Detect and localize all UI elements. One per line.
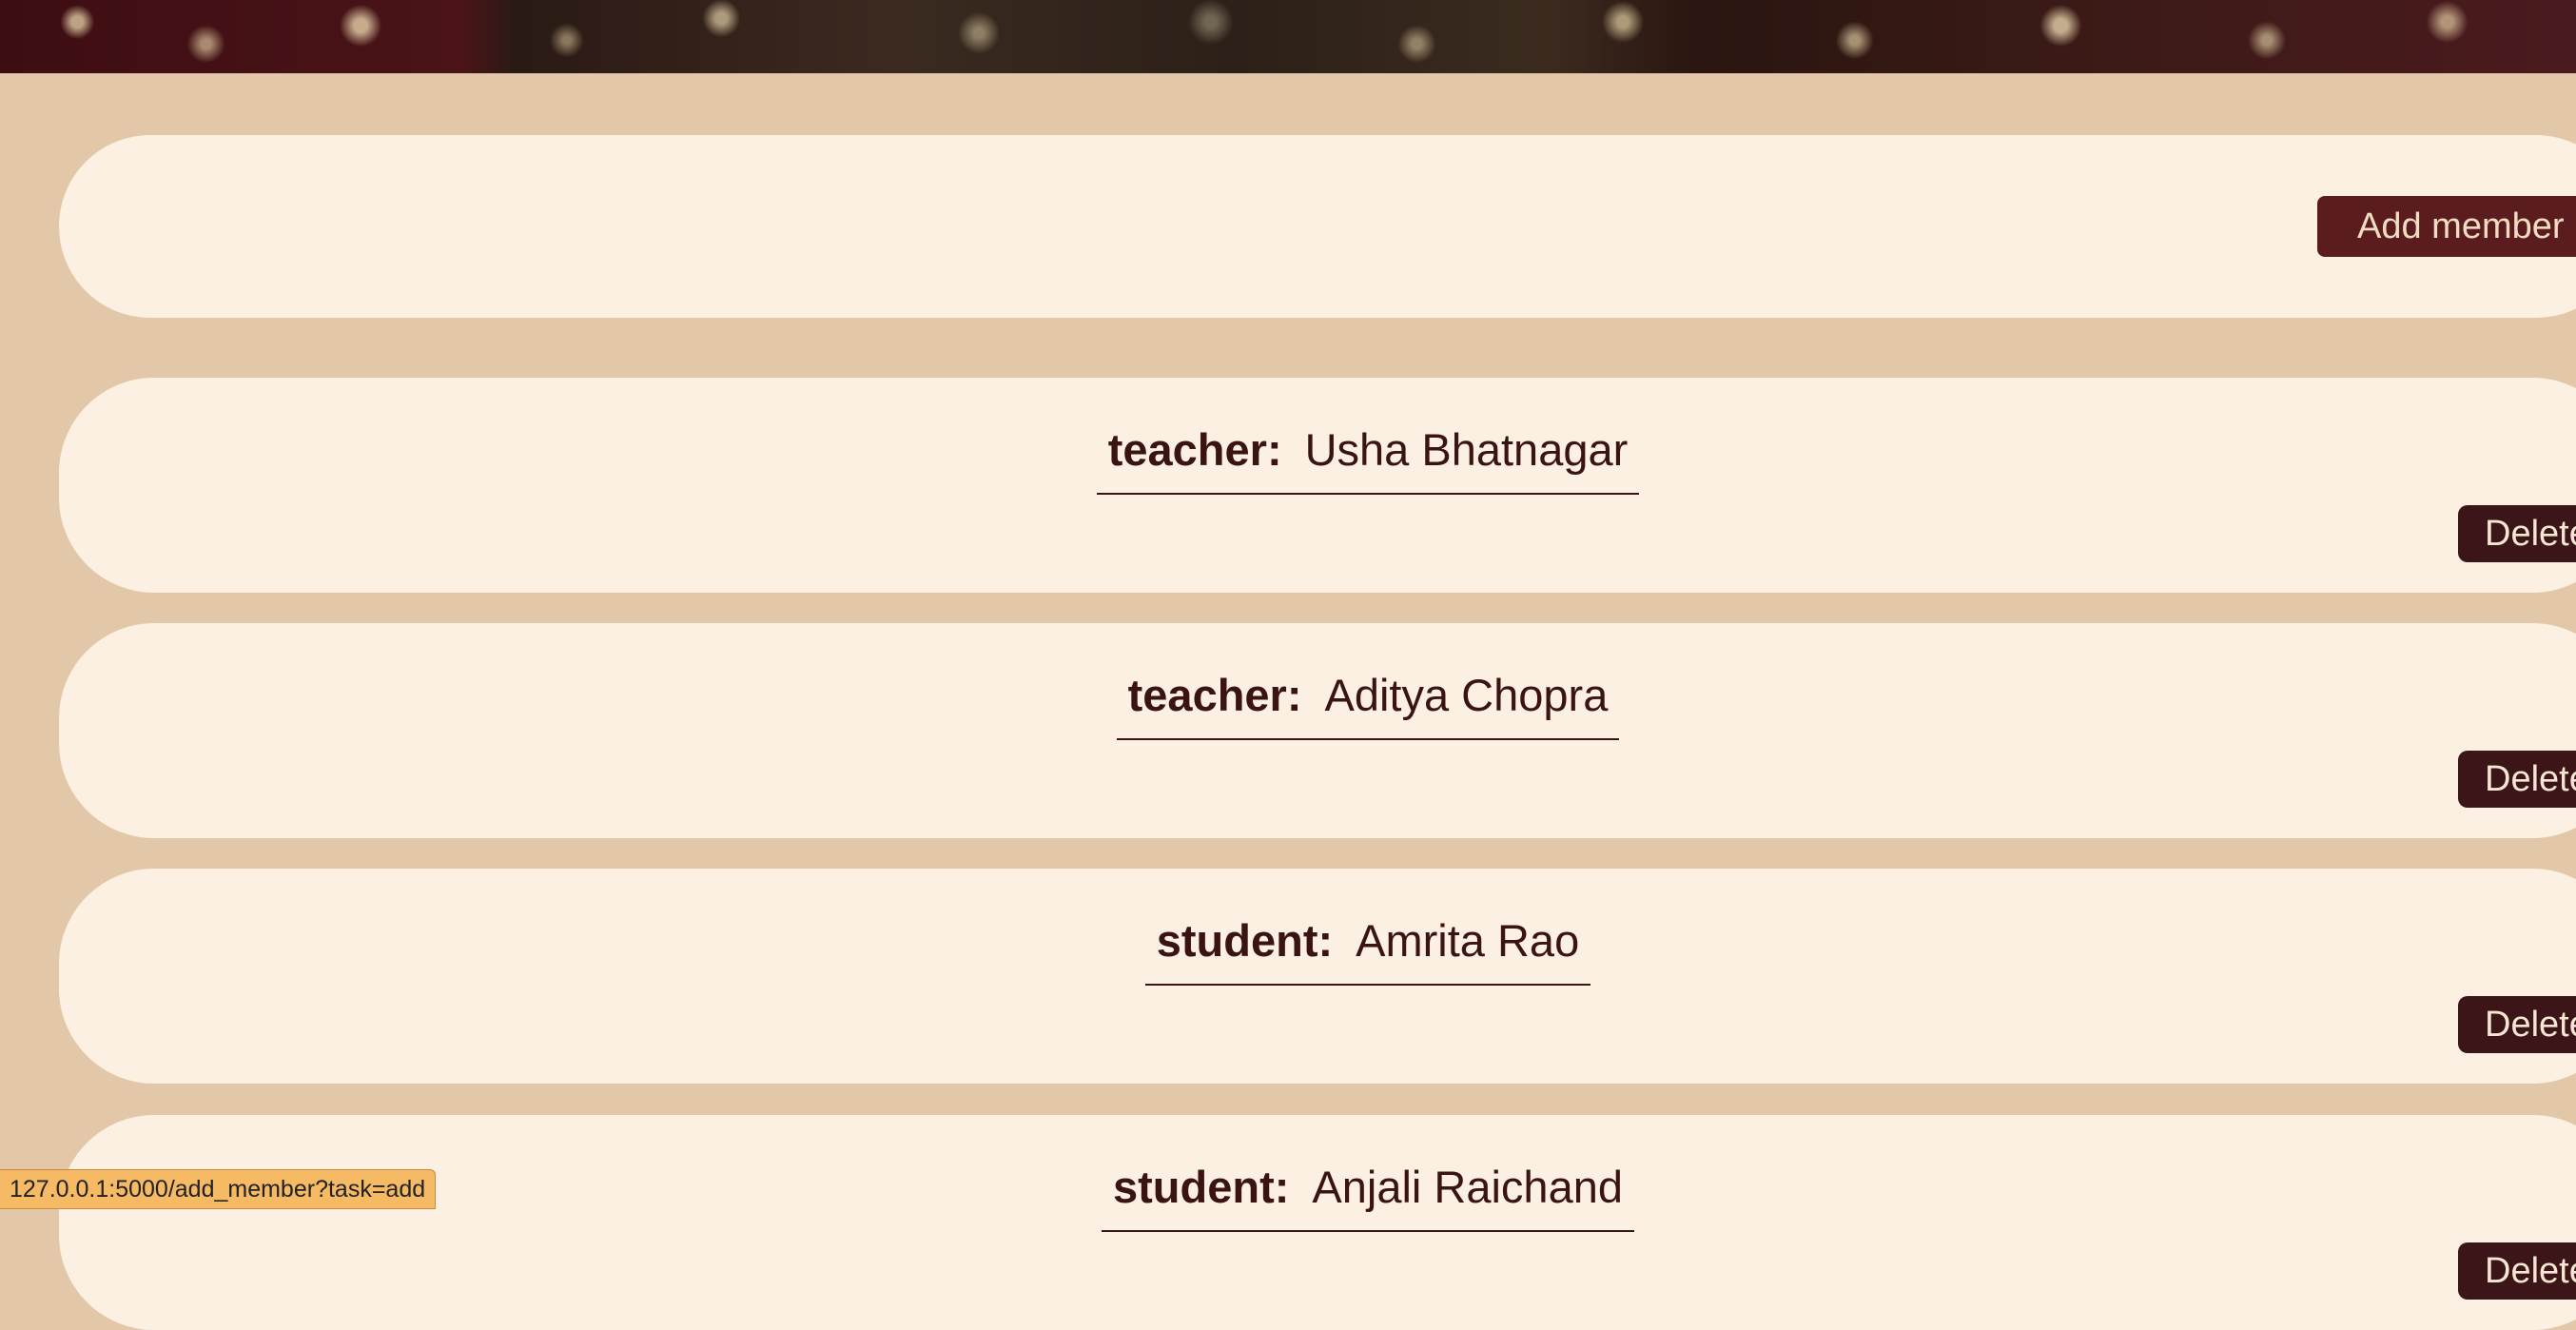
member-name-row: teacher: Aditya Chopra (59, 669, 2576, 740)
header-banner-image (0, 0, 2576, 73)
delete-button[interactable]: Delete (2458, 1242, 2576, 1300)
add-member-card: Add member (59, 135, 2576, 318)
member-card: teacher: Usha Bhatnagar Delete (59, 378, 2576, 593)
member-card: teacher: Aditya Chopra Delete (59, 623, 2576, 838)
delete-button[interactable]: Delete (2458, 751, 2576, 808)
member-name: Aditya Chopra (1324, 670, 1609, 720)
delete-button[interactable]: Delete (2458, 996, 2576, 1053)
member-card: student: Anjali Raichand Delete (59, 1115, 2576, 1330)
member-role: student: (1156, 915, 1334, 966)
member-name: Amrita Rao (1356, 915, 1580, 966)
member-role: teacher: (1127, 670, 1302, 720)
member-name: Usha Bhatnagar (1304, 424, 1629, 475)
member-name-underline: teacher: Usha Bhatnagar (1096, 423, 1640, 495)
member-role: teacher: (1107, 424, 1282, 475)
member-name-row: student: Amrita Rao (59, 914, 2576, 986)
member-name-underline: teacher: Aditya Chopra (1116, 669, 1620, 740)
member-role: student: (1113, 1162, 1290, 1212)
member-name-underline: student: Anjali Raichand (1102, 1161, 1634, 1232)
member-card: student: Amrita Rao Delete (59, 869, 2576, 1084)
status-bar-url: 127.0.0.1:5000/add_member?task=add (0, 1169, 437, 1209)
member-name-underline: student: Amrita Rao (1144, 914, 1591, 986)
delete-button[interactable]: Delete (2458, 505, 2576, 562)
member-name: Anjali Raichand (1312, 1162, 1623, 1212)
member-name-row: student: Anjali Raichand (59, 1161, 2576, 1232)
add-member-button[interactable]: Add member (2317, 196, 2576, 257)
member-name-row: teacher: Usha Bhatnagar (59, 423, 2576, 495)
